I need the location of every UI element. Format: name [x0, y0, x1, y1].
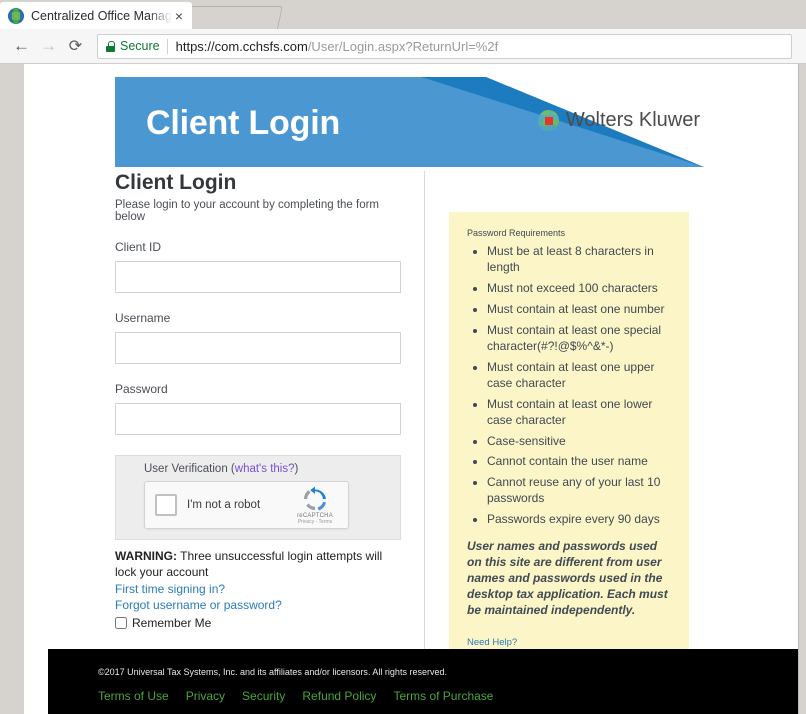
security-status: Secure [120, 39, 160, 53]
url-path: /User/Login.aspx?ReturnUrl=%2f [307, 38, 499, 54]
user-verification-paren: ) [294, 463, 299, 475]
remember-me-checkbox[interactable] [115, 617, 127, 630]
footer-links: Terms of Use Privacy Security Refund Pol… [98, 689, 798, 703]
client-id-input[interactable] [115, 261, 401, 293]
copyright-text: ©2017 Universal Tax Systems, Inc. and it… [98, 667, 447, 677]
url-origin: https://com.cchsfs.com [175, 38, 308, 54]
recaptcha-icon [302, 486, 328, 512]
page-title: Client Login [115, 171, 237, 194]
recaptcha-checkbox[interactable] [155, 494, 177, 516]
list-item: Must contain at least one number [487, 302, 673, 318]
new-tab-button[interactable] [186, 6, 283, 29]
password-panel-note: User names and passwords used on this si… [467, 539, 668, 618]
password-requirements-title: Password Requirements [467, 228, 566, 238]
brand-name: Wolters Kluwer [565, 109, 700, 131]
footer-link-terms-of-purchase[interactable]: Terms of Purchase [393, 689, 493, 703]
login-warning: WARNING: Three unsuccessful login attemp… [115, 549, 401, 580]
page-subtitle: Please login to your account by completi… [115, 199, 380, 223]
forward-icon: → [40, 36, 57, 55]
user-verification-text: User Verification ( [144, 463, 235, 475]
first-time-signing-in-link[interactable]: First time signing in? [115, 582, 400, 596]
password-requirements-column: Password Requirements Must be at least 8… [425, 171, 704, 663]
content-columns: Client Login Please login to your accoun… [115, 167, 704, 663]
browser-toolbar: ← → ⟳ Secure https://com.cchsfs.com/User… [0, 29, 806, 64]
username-label: Username [115, 311, 171, 325]
username-input[interactable] [115, 332, 401, 364]
recaptcha-branding: reCAPTCHA Privacy - Terms [292, 486, 338, 525]
page-banner: Client Login Wolters Kluwer [115, 77, 704, 167]
list-item: Cannot reuse any of your last 10 passwor… [487, 475, 673, 507]
password-input[interactable] [115, 403, 401, 435]
footer-link-security[interactable]: Security [242, 689, 285, 703]
banner-title: Client Login [146, 104, 341, 142]
tab-title: Centralized Office Manag [31, 8, 172, 23]
footer-link-privacy[interactable]: Privacy [186, 689, 225, 703]
login-form-column: Client Login Please login to your accoun… [115, 171, 425, 663]
footer-link-refund-policy[interactable]: Refund Policy [302, 689, 376, 703]
back-icon[interactable]: ← [8, 33, 35, 60]
lock-icon [106, 40, 115, 52]
password-label: Password [115, 382, 168, 396]
wolters-kluwer-logo: Wolters Kluwer [537, 109, 700, 132]
list-item: Must be at least 8 characters in length [487, 244, 673, 276]
client-id-label: Client ID [115, 240, 162, 254]
page-footer: ©2017 Universal Tax Systems, Inc. and it… [48, 649, 798, 714]
remember-me-label: Remember Me [132, 616, 212, 631]
whats-this-link[interactable]: what's this? [235, 463, 295, 475]
browser-tab[interactable]: Centralized Office Manag × [0, 2, 192, 29]
list-item: Must contain at least one lower case cha… [487, 397, 673, 429]
wolters-kluwer-globe-icon [537, 110, 559, 131]
url-text: https://com.cchsfs.com/User/Login.aspx?R… [176, 39, 499, 54]
forgot-credentials-link[interactable]: Forgot username or password? [115, 598, 400, 612]
list-item: Cannot contain the user name [487, 454, 673, 470]
omnibox-divider [166, 38, 168, 54]
footer-link-terms-of-use[interactable]: Terms of Use [98, 689, 169, 703]
page-frame: Client Login Wolters Kluwer Client Login… [24, 64, 799, 714]
close-icon[interactable]: × [172, 7, 186, 25]
user-verification-label: User Verification (what's this?) [144, 463, 390, 475]
need-help-link[interactable]: Need Help? [467, 637, 673, 648]
page-content: Client Login Wolters Kluwer Client Login… [115, 77, 704, 663]
recaptcha-name: reCAPTCHA [297, 512, 333, 519]
password-requirements-list: Must be at least 8 characters in length … [487, 244, 673, 528]
list-item: Passwords expire every 90 days [487, 512, 673, 528]
list-item: Case-sensitive [487, 434, 673, 450]
globe-favicon-icon [8, 7, 24, 24]
password-requirements-panel: Password Requirements Must be at least 8… [449, 212, 689, 663]
recaptcha-widget[interactable]: I'm not a robot reCAPTCHA Privacy - Term… [144, 481, 349, 529]
recaptcha-policy-links[interactable]: Privacy - Terms [292, 519, 338, 525]
user-verification-box: User Verification (what's this?) I'm not… [115, 455, 401, 540]
browser-window: Centralized Office Manag × ← → ⟳ Secure … [0, 0, 806, 714]
page-viewport: Client Login Wolters Kluwer Client Login… [0, 64, 806, 714]
list-item: Must not exceed 100 characters [487, 281, 673, 297]
remember-me-row[interactable]: Remember Me [115, 616, 400, 630]
warning-prefix: WARNING: [115, 549, 177, 563]
list-item: Must contain at least one upper case cha… [487, 360, 673, 392]
recaptcha-label: I'm not a robot [187, 499, 261, 511]
reload-icon[interactable]: ⟳ [62, 33, 89, 60]
tab-strip: Centralized Office Manag × [0, 0, 806, 29]
address-bar[interactable]: Secure https://com.cchsfs.com/User/Login… [97, 33, 792, 59]
list-item: Must contain at least one special charac… [487, 323, 673, 355]
